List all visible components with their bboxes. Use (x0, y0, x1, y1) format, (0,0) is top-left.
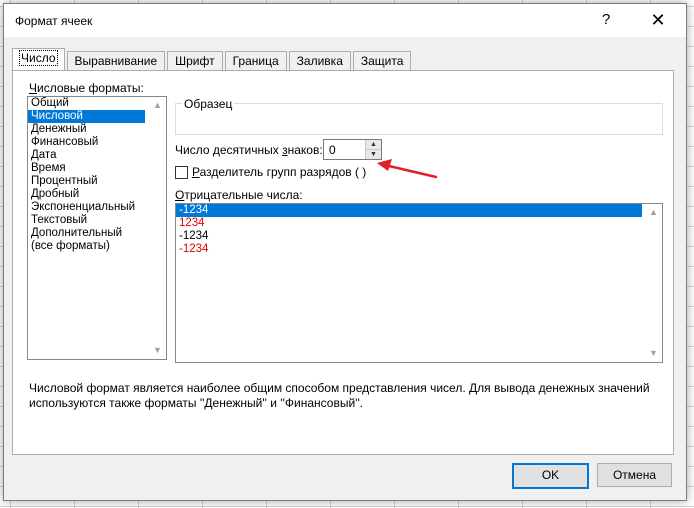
tab-number[interactable]: Число (12, 48, 65, 70)
annotation-arrow-icon (377, 159, 438, 179)
